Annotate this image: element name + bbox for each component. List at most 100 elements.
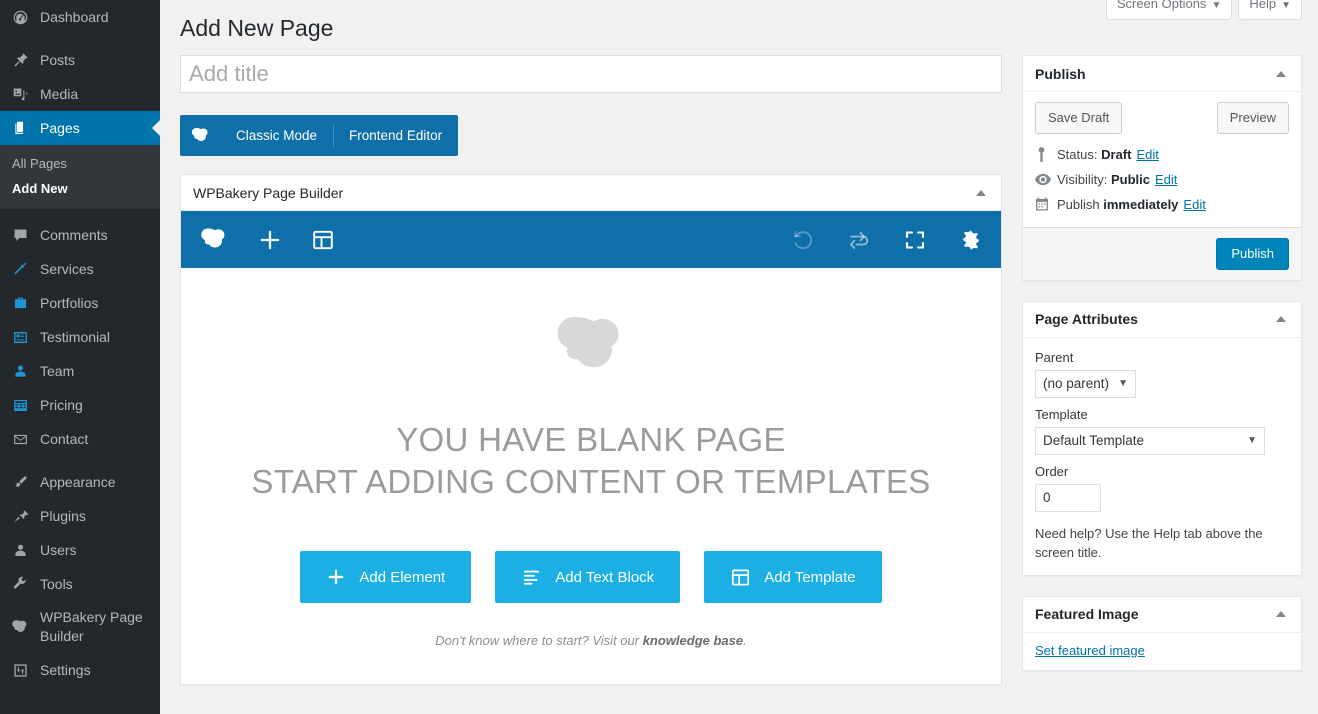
sidebar-item-comments[interactable]: Comments (0, 218, 160, 252)
template-select[interactable]: Default Template ▼ (1035, 426, 1265, 455)
undo-icon[interactable] (791, 225, 815, 255)
wpbakery-cloud-icon (10, 617, 30, 637)
wordpress-admin-screen: Dashboard Posts Media Pages All Pages Ad… (0, 0, 1318, 714)
schedule-row: Publish immediately Edit (1035, 192, 1289, 217)
visibility-label: Visibility: (1057, 171, 1108, 187)
publish-actions-top: Save Draft Preview (1023, 92, 1301, 138)
help-label: Help (1249, 0, 1277, 11)
post-title-input[interactable] (180, 55, 1002, 93)
sidebar-item-all-pages[interactable]: All Pages (0, 151, 160, 176)
add-template-label: Add Template (764, 568, 856, 586)
publish-metabox: Publish Save Draft Preview Status: Draft (1022, 55, 1302, 281)
set-featured-image-link[interactable]: Set featured image (1035, 643, 1145, 658)
sidebar-item-pricing[interactable]: Pricing (0, 388, 160, 422)
add-text-block-button[interactable]: Add Text Block (495, 551, 681, 604)
parent-select[interactable]: (no parent) ▼ (1035, 369, 1137, 398)
edit-status-link[interactable]: Edit (1136, 147, 1158, 162)
help-button[interactable]: Help ▼ (1238, 0, 1302, 21)
template-grid-icon[interactable] (311, 225, 335, 255)
chevron-up-icon (1276, 611, 1286, 618)
page-attributes-help: Need help? Use the Help tab above the sc… (1035, 525, 1263, 561)
hint-suffix: . (743, 633, 747, 649)
sidebar-item-label: Contact (40, 431, 89, 447)
plus-icon (326, 567, 346, 587)
sidebar-item-label: Dashboard (40, 9, 109, 25)
sidebar-item-users[interactable]: Users (0, 533, 160, 567)
editor-side-column: Publish Save Draft Preview Status: Draft (1022, 55, 1302, 691)
sidebar-item-portfolios[interactable]: Portfolios (0, 286, 160, 320)
template-grid-icon (730, 567, 751, 588)
order-label: Order (1035, 463, 1069, 479)
plus-icon[interactable] (257, 225, 283, 255)
wpbakery-cloud-icon[interactable] (199, 225, 229, 255)
sidebar-item-pages[interactable]: Pages (0, 111, 160, 145)
screen-options-label: Screen Options (1116, 0, 1207, 11)
sidebar-item-posts[interactable]: Posts (0, 43, 160, 77)
metabox-toggle-button[interactable] (1271, 64, 1291, 84)
parent-label: Parent (1035, 349, 1074, 365)
sidebar-item-label: Settings (40, 662, 91, 678)
edit-schedule-link[interactable]: Edit (1183, 197, 1205, 212)
screen-options-button[interactable]: Screen Options ▼ (1105, 0, 1233, 21)
sidebar-item-dashboard[interactable]: Dashboard (0, 0, 160, 34)
page-attributes-header: Page Attributes (1023, 302, 1301, 338)
add-element-button[interactable]: Add Element (300, 551, 472, 604)
sidebar-item-services[interactable]: Services (0, 252, 160, 286)
sidebar-item-testimonial[interactable]: Testimonial (0, 320, 160, 354)
preview-button[interactable]: Preview (1216, 102, 1289, 134)
comments-icon (10, 225, 30, 245)
dashboard-icon (10, 7, 30, 27)
sidebar-item-label: Team (40, 363, 75, 379)
sidebar-item-tools[interactable]: Tools (0, 567, 160, 601)
template-label: Template (1035, 406, 1088, 422)
empty-state-line-2: START ADDING CONTENT OR TEMPLATES (251, 463, 931, 501)
sidebar-item-appearance[interactable]: Appearance (0, 465, 160, 499)
template-select-value: Default Template (1043, 432, 1145, 448)
sidebar-item-contact[interactable]: Contact (0, 422, 160, 456)
sidebar-item-plugins[interactable]: Plugins (0, 499, 160, 533)
chevron-down-icon: ▼ (1118, 377, 1129, 389)
hammer-icon (10, 259, 30, 279)
sidebar-item-team[interactable]: Team (0, 354, 160, 388)
pricing-table-icon (10, 395, 30, 415)
chevron-up-icon (1276, 70, 1286, 77)
order-input[interactable] (1035, 483, 1101, 512)
publish-major-actions: Publish (1023, 226, 1301, 280)
gear-icon[interactable] (959, 225, 983, 255)
brush-icon (10, 472, 30, 492)
sidebar-item-media[interactable]: Media (0, 77, 160, 111)
sidebar-item-add-new[interactable]: Add New (0, 176, 160, 201)
edit-visibility-link[interactable]: Edit (1155, 172, 1177, 187)
metabox-toggle-button[interactable] (1271, 309, 1291, 329)
fullscreen-icon[interactable] (903, 225, 927, 255)
sidebar-item-label: Pricing (40, 397, 83, 413)
sidebar-item-label: Testimonial (40, 329, 111, 345)
featured-image-metabox: Featured Image Set featured image (1022, 595, 1302, 671)
metabox-toggle-button[interactable] (1271, 604, 1291, 624)
wpbakery-cloud-icon (180, 115, 220, 156)
knowledge-base-link[interactable]: knowledge base (643, 633, 743, 648)
admin-sidebar-menu: Dashboard Posts Media Pages All Pages Ad… (0, 0, 160, 714)
classic-mode-button[interactable]: Classic Mode (220, 115, 333, 156)
add-template-button[interactable]: Add Template (704, 551, 882, 604)
page-attributes-body: Parent (no parent) ▼ Template Default Te… (1023, 338, 1301, 575)
user-icon (10, 361, 30, 381)
metabox-toggle-button[interactable] (971, 183, 991, 203)
add-text-block-label: Add Text Block (555, 568, 655, 586)
page-attributes-metabox: Page Attributes Parent (no parent) ▼ Tem… (1022, 300, 1302, 576)
sidebar-item-label: Comments (40, 227, 108, 243)
media-icon (10, 84, 30, 104)
publish-button[interactable]: Publish (1216, 237, 1289, 270)
frontend-editor-button[interactable]: Frontend Editor (333, 115, 458, 156)
sidebar-item-label: Plugins (40, 508, 86, 524)
status-row: Status: Draft Edit (1035, 142, 1289, 167)
redo-icon[interactable] (847, 225, 871, 255)
sidebar-item-wpbakery-page-builder[interactable]: WPBakery Page Builder (0, 601, 160, 653)
schedule-value: immediately (1103, 196, 1179, 212)
sidebar-item-label: Users (40, 542, 77, 558)
schedule-label: Publish (1057, 196, 1100, 212)
sidebar-item-label: Media (40, 86, 79, 102)
save-draft-button[interactable]: Save Draft (1035, 102, 1123, 134)
status-value: Draft (1101, 146, 1132, 162)
sidebar-item-settings[interactable]: Settings (0, 653, 160, 687)
